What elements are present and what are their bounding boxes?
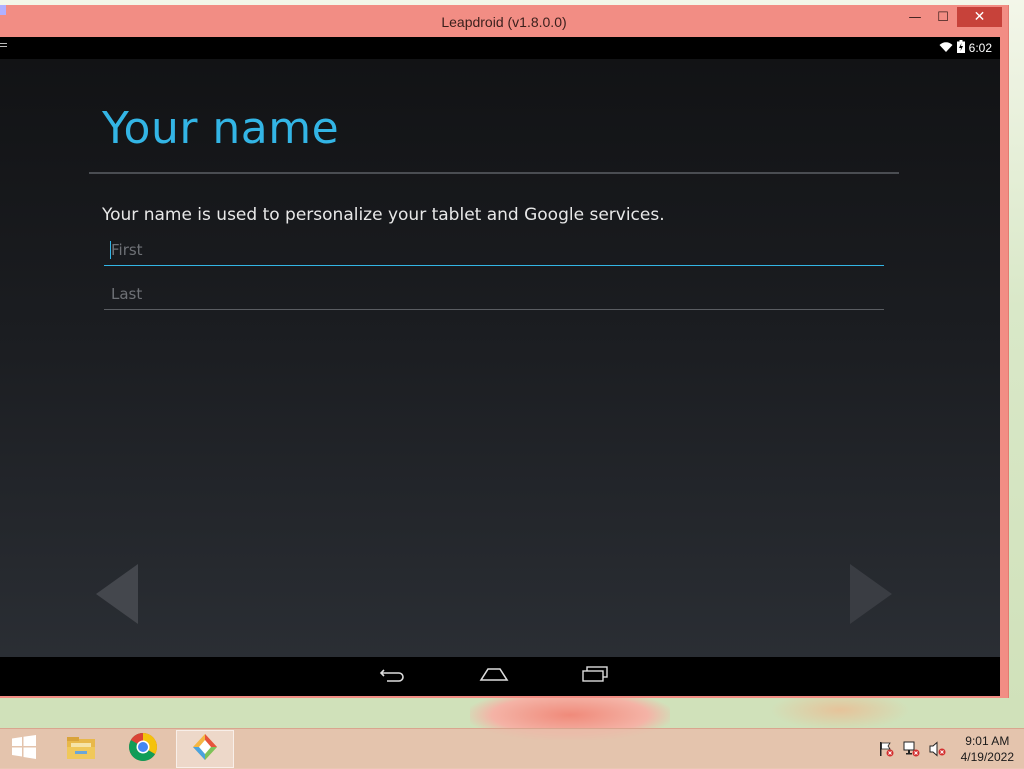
recent-apps-icon	[581, 665, 609, 687]
title-divider	[89, 172, 899, 174]
wifi-icon	[939, 41, 953, 56]
window-controls: — ☐ ✕	[901, 7, 1002, 27]
network-icon[interactable]	[903, 741, 921, 757]
home-button[interactable]	[479, 665, 509, 687]
clock-time: 9:01 AM	[965, 734, 1010, 748]
system-tray: 9:01 AM 4/19/2022	[877, 729, 1014, 769]
status-time: 6:02	[968, 41, 992, 55]
emulator-window: Leapdroid (v1.8.0.0) — ☐ ✕ 6:02 Your nam…	[0, 5, 1009, 698]
start-button[interactable]	[0, 730, 48, 768]
window-titlebar[interactable]: Leapdroid (v1.8.0.0) — ☐ ✕	[0, 5, 1008, 37]
clock-date: 4/19/2022	[960, 750, 1014, 764]
file-explorer-icon	[65, 733, 97, 765]
text-cursor	[110, 241, 111, 259]
windows-taskbar: 9:01 AM 4/19/2022	[0, 728, 1024, 769]
recent-apps-button[interactable]	[580, 665, 610, 687]
first-name-input[interactable]	[104, 237, 891, 263]
volume-muted-icon[interactable]	[929, 741, 947, 757]
android-screen: 6:02 Your name Your name is used to pers…	[0, 37, 1000, 696]
next-arrow-icon[interactable]	[850, 564, 892, 624]
page-title: Your name	[102, 103, 340, 154]
android-navbar	[0, 657, 1000, 696]
previous-arrow-icon[interactable]	[96, 564, 138, 624]
last-name-input[interactable]	[104, 281, 891, 307]
first-name-field[interactable]	[104, 237, 891, 266]
status-icons: 6:02	[939, 40, 992, 56]
chrome-button[interactable]	[119, 730, 167, 768]
leapdroid-icon	[190, 732, 220, 766]
android-statusbar: 6:02	[0, 37, 1000, 59]
notification-icon	[0, 42, 8, 50]
file-explorer-button[interactable]	[57, 730, 105, 768]
leapdroid-button[interactable]	[176, 730, 234, 768]
maximize-button[interactable]: ☐	[929, 7, 957, 27]
action-center-flag-icon[interactable]	[877, 741, 895, 757]
window-title: Leapdroid (v1.8.0.0)	[441, 14, 567, 30]
battery-icon	[956, 40, 965, 56]
name-description: Your name is used to personalize your ta…	[102, 205, 665, 225]
taskbar-clock[interactable]: 9:01 AM 4/19/2022	[961, 733, 1014, 765]
back-icon	[379, 666, 407, 686]
minimize-button[interactable]: —	[901, 7, 929, 27]
windows-start-icon	[11, 735, 37, 763]
back-button[interactable]	[378, 665, 408, 687]
last-name-field[interactable]	[104, 281, 891, 310]
home-icon	[479, 666, 509, 686]
chrome-icon	[128, 732, 158, 766]
close-button[interactable]: ✕	[957, 7, 1002, 27]
